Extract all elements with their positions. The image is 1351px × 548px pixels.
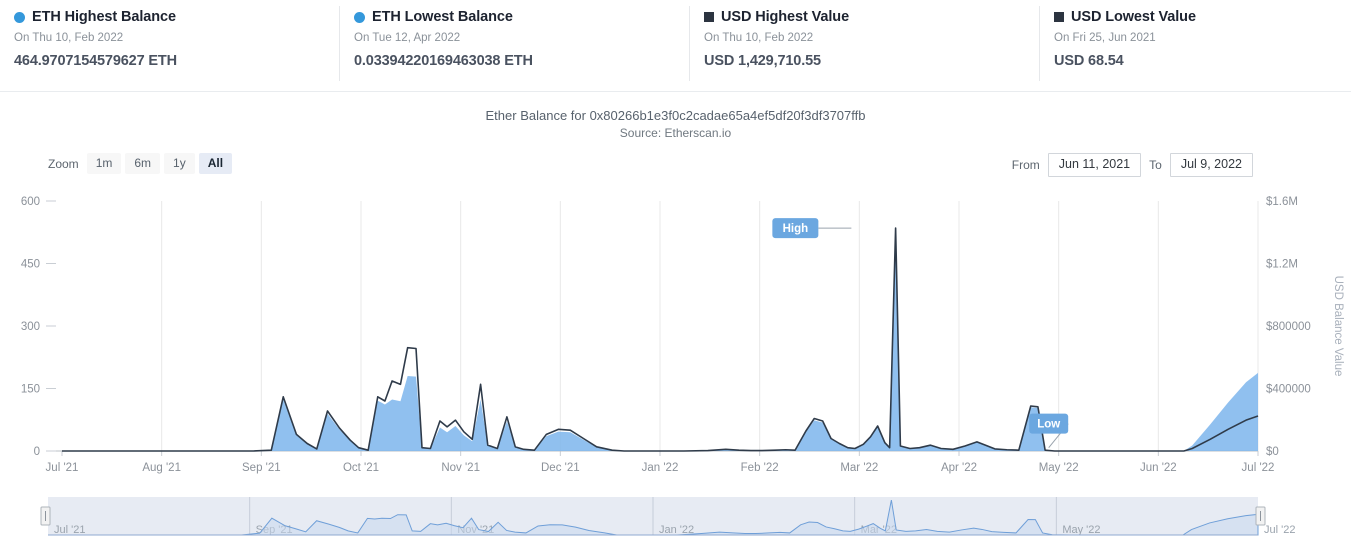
- circle-marker-icon: [14, 11, 25, 23]
- stat-card-title: ETH Lowest Balance: [372, 9, 513, 25]
- y2-axis-tick-label: $800000: [1266, 321, 1311, 333]
- navigator-svg[interactable]: Jul '21Sep '21Nov '21Jan '22Mar '22May '…: [0, 489, 1351, 548]
- x-axis-tick-label: Jul '22: [1242, 462, 1275, 474]
- stat-card-header: ETH Lowest Balance: [354, 9, 676, 25]
- flag-label: High: [783, 223, 809, 235]
- summary-stats-bar: ETH Highest Balance On Thu 10, Feb 2022 …: [0, 0, 1351, 92]
- balance-chart-svg[interactable]: Jul '21 Aug '21 Sep '21 Oct '21 Nov '21 Dec '…: [0, 189, 1351, 489]
- stat-card-usd-highest-value: USD Highest Value On Thu 10, Feb 2022 US…: [690, 0, 1040, 91]
- stat-card-value: USD 68.54: [1054, 53, 1124, 69]
- square-marker-icon: [1054, 12, 1064, 22]
- stat-card-header: ETH Highest Balance: [14, 9, 326, 25]
- navigator-tick-label: Jul '21: [54, 524, 85, 536]
- from-date-input[interactable]: Jun 11, 2021: [1047, 153, 1142, 177]
- stat-card-usd-lowest-value: USD Lowest Value On Fri 25, Jun 2021 USD…: [1040, 0, 1351, 91]
- etherscan-balance-chart-page: ETH Highest Balance On Thu 10, Feb 2022 …: [0, 0, 1351, 548]
- stat-card-value: 0.03394220169463038 ETH: [354, 53, 533, 69]
- zoom-button-all[interactable]: All: [198, 153, 233, 174]
- stat-card-title: USD Highest Value: [721, 9, 850, 25]
- y2-axis-tick-label: $400000: [1266, 384, 1311, 396]
- flag-label: Low: [1037, 419, 1060, 431]
- chart-navigator[interactable]: Jul '21Sep '21Nov '21Jan '22Mar '22May '…: [0, 489, 1351, 548]
- x-axis-tick-label: May '22: [1039, 462, 1079, 474]
- square-marker-icon: [704, 12, 714, 22]
- x-axis-tick-label: Feb '22: [741, 462, 779, 474]
- x-axis-tick-label: Apr '22: [941, 462, 977, 474]
- stat-card-eth-lowest-balance: ETH Lowest Balance On Tue 12, Apr 2022 0…: [340, 0, 690, 91]
- x-axis-tick-label: Aug '21: [142, 462, 181, 474]
- x-axis-tick-label: Sep '21: [242, 462, 281, 474]
- y2-axis-tick-label: $0: [1266, 446, 1279, 458]
- y-axis-tick-label: 600: [21, 196, 40, 208]
- y-axis-tick-label: 300: [21, 321, 40, 333]
- x-axis-tick-label: Oct '21: [343, 462, 379, 474]
- stat-card-date: On Thu 10, Feb 2022: [14, 32, 124, 44]
- stat-card-date: On Thu 10, Feb 2022: [704, 32, 814, 44]
- zoom-button-1m[interactable]: 1m: [86, 153, 122, 174]
- zoom-label: Zoom: [48, 156, 79, 171]
- x-axis-tick-label: Nov '21: [441, 462, 480, 474]
- from-label: From: [1011, 158, 1040, 172]
- navigator-tick-label: May '22: [1062, 524, 1100, 536]
- stat-card-date: On Fri 25, Jun 2021: [1054, 32, 1156, 44]
- stat-card-header: USD Lowest Value: [1054, 9, 1337, 25]
- chart-annotation-flag[interactable]: High: [772, 218, 852, 239]
- x-axis-tick-label: Jun '22: [1140, 462, 1177, 474]
- x-axis-tick-label: Jan '22: [642, 462, 679, 474]
- stat-card-eth-highest-balance: ETH Highest Balance On Thu 10, Feb 2022 …: [0, 0, 340, 91]
- y-axis-tick-label: 450: [21, 259, 40, 271]
- x-axis-tick-label: Mar '22: [840, 462, 878, 474]
- chart-title: Ether Balance for 0x80266b1e3f0c2cadae65…: [485, 108, 866, 123]
- y2-axis-tick-label: $1.6M: [1266, 196, 1298, 208]
- to-date-input[interactable]: Jul 9, 2022: [1169, 153, 1253, 177]
- x-axis-tick-label: Dec '21: [541, 462, 580, 474]
- date-range-selector: From Jun 11, 2021 To Jul 9, 2022: [1012, 153, 1253, 177]
- stat-card-date: On Tue 12, Apr 2022: [354, 32, 461, 44]
- stat-card-header: USD Highest Value: [704, 9, 1026, 25]
- stat-card-value: USD 1,429,710.55: [704, 53, 821, 69]
- x-axis-tick-label: Jul '21: [46, 462, 79, 474]
- circle-marker-icon: [354, 11, 365, 23]
- zoom-range-selector: Zoom 1m 6m 1y All: [48, 153, 233, 174]
- y-axis-tick-label: 150: [21, 384, 40, 396]
- zoom-button-6m[interactable]: 6m: [125, 153, 161, 174]
- y-axis-tick-label: 0: [34, 446, 40, 458]
- navigator-tick-label: Jul '22: [1264, 524, 1295, 536]
- chart-toolbar: Zoom 1m 6m 1y All From Jun 11, 2021 To J…: [0, 153, 1351, 187]
- y2-axis-tick-label: $1.2M: [1266, 259, 1298, 271]
- stat-card-title: USD Lowest Value: [1071, 9, 1196, 25]
- chart-subtitle: Source: Etherscan.io: [619, 126, 732, 140]
- to-label: To: [1149, 158, 1162, 172]
- y2-axis-title: USD Balance Value: [1332, 276, 1344, 377]
- navigator-handle-left[interactable]: [40, 506, 51, 526]
- stat-card-value: 464.9707154579627 ETH: [14, 53, 177, 69]
- navigator-handle-right[interactable]: [1255, 506, 1266, 526]
- chart-plot-area: Jul '21 Aug '21 Sep '21 Oct '21 Nov '21 Dec '…: [0, 189, 1351, 489]
- stat-card-title: ETH Highest Balance: [32, 9, 176, 25]
- zoom-button-1y[interactable]: 1y: [164, 153, 195, 174]
